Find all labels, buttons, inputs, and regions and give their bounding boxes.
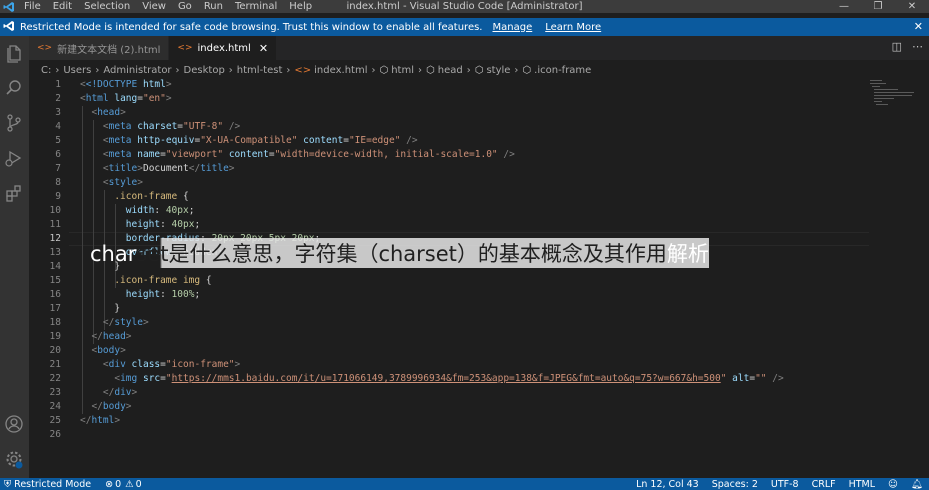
- vscode-logo-icon: [0, 0, 18, 13]
- restricted-mode-banner: Restricted Mode is intended for safe cod…: [0, 18, 929, 36]
- menu-selection[interactable]: Selection: [78, 0, 136, 13]
- tab-index-html[interactable]: <> index.html ✕: [169, 36, 278, 60]
- title-bar: File Edit Selection View Go Run Terminal…: [0, 0, 929, 13]
- banner-message: Restricted Mode is intended for safe cod…: [20, 21, 483, 33]
- code-line: 17 }: [49, 303, 121, 314]
- menu-view[interactable]: View: [136, 0, 172, 13]
- selector-icon: ⬡: [522, 64, 532, 76]
- code-line: 1 <<!DOCTYPE html>: [55, 79, 172, 90]
- activity-bar: [0, 36, 29, 478]
- search-icon[interactable]: [4, 78, 24, 98]
- warning-icon[interactable]: ⚠: [125, 479, 134, 490]
- manage-gear-icon[interactable]: [4, 449, 24, 469]
- menu-bar: File Edit Selection View Go Run Terminal…: [18, 0, 318, 13]
- learn-more-link[interactable]: Learn More: [545, 22, 601, 33]
- code-line: 5 <meta http-equiv="X-UA-Compatible" con…: [55, 135, 418, 146]
- end-of-line[interactable]: CRLF: [812, 479, 836, 490]
- source-control-icon[interactable]: [4, 113, 24, 133]
- breadcrumb-head[interactable]: head: [438, 65, 463, 76]
- breadcrumb-selector[interactable]: .icon-frame: [534, 65, 591, 76]
- breadcrumb-file[interactable]: index.html: [314, 65, 367, 76]
- overlay-article-title: charset是什么意思，字符集（charset）的基本概念及其作用解析: [90, 238, 709, 268]
- tab-label: 新建文本文档 (2).html: [57, 44, 161, 56]
- shield-icon: ⛨: [4, 478, 12, 490]
- code-line: 16 height: 100%;: [49, 289, 201, 300]
- indentation[interactable]: Spaces: 2: [712, 479, 758, 490]
- code-line: 20 <body>: [49, 345, 126, 356]
- code-line: 6 <meta name="viewport" content="width=d…: [55, 149, 515, 160]
- code-line: 15 .icon-frame img {: [49, 275, 212, 286]
- error-count[interactable]: 0: [115, 479, 121, 490]
- html-file-icon: <>: [294, 64, 312, 76]
- restore-icon[interactable]: ❐: [861, 0, 895, 13]
- warning-count[interactable]: 0: [136, 479, 142, 490]
- element-icon: ⬡: [426, 64, 435, 76]
- html-file-icon: <>: [37, 43, 53, 53]
- code-line: 22 <img src="https://mms1.baidu.com/it/u…: [49, 373, 784, 384]
- code-line: 25 </html>: [49, 415, 121, 426]
- breadcrumb-style[interactable]: style: [486, 65, 510, 76]
- html-file-icon: <>: [177, 43, 193, 53]
- editor-actions: ◫ ⋯: [882, 40, 923, 53]
- code-line: 19 </head>: [49, 331, 132, 342]
- code-line: 18 </style>: [49, 317, 149, 328]
- manage-link[interactable]: Manage: [493, 22, 533, 33]
- explorer-icon[interactable]: [4, 43, 24, 63]
- notifications-icon[interactable]: 🔔︎: [911, 479, 923, 490]
- code-line: 3 <head>: [55, 107, 126, 118]
- vscode-banner-icon: [3, 20, 17, 35]
- minimize-icon[interactable]: —: [827, 0, 861, 13]
- menu-help[interactable]: Help: [283, 0, 318, 13]
- code-line: 24 </body>: [49, 401, 132, 412]
- status-bar: ⛨ Restricted Mode ⊗ 0 ⚠ 0 Ln 12, Col 43 …: [0, 478, 929, 490]
- close-tab-icon[interactable]: ✕: [259, 42, 268, 55]
- menu-run[interactable]: Run: [198, 0, 229, 13]
- menu-edit[interactable]: Edit: [47, 0, 78, 13]
- extensions-icon[interactable]: [4, 183, 24, 203]
- code-editor[interactable]: 1 <<!DOCTYPE html> 2 <html lang="en"> 3 <h…: [29, 78, 929, 478]
- tab-label: index.html: [197, 42, 251, 54]
- code-line: 21 <div class="icon-frame">: [49, 359, 241, 370]
- breadcrumb-administrator[interactable]: Administrator: [103, 65, 171, 76]
- tab-new-text-document[interactable]: <> 新建文本文档 (2).html: [29, 36, 170, 60]
- image-url-link[interactable]: https://mms1.baidu.com/it/u=171066149,37…: [172, 373, 721, 384]
- breadcrumb-users[interactable]: Users: [63, 65, 91, 76]
- more-actions-icon[interactable]: ⋯: [912, 40, 923, 53]
- window-controls: — ❐ ✕: [827, 0, 929, 13]
- split-editor-icon[interactable]: ◫: [892, 40, 902, 53]
- code-line: 10 width: 40px;: [49, 205, 195, 216]
- menu-go[interactable]: Go: [172, 0, 198, 13]
- run-debug-icon[interactable]: [4, 148, 24, 168]
- editor-tabs: <> 新建文本文档 (2).html <> index.html ✕ ◫ ⋯: [29, 36, 929, 60]
- menu-file[interactable]: File: [18, 0, 47, 13]
- minimap[interactable]: [870, 78, 915, 118]
- code-line: 8 <style>: [55, 177, 143, 188]
- encoding[interactable]: UTF-8: [771, 479, 799, 490]
- code-line: 23 </div>: [49, 387, 138, 398]
- breadcrumb-drive[interactable]: C:: [41, 65, 51, 76]
- close-banner-icon[interactable]: ✕: [914, 20, 923, 33]
- breadcrumb-desktop[interactable]: Desktop: [184, 65, 225, 76]
- code-line: 4 <meta charset="UTF-8" />: [55, 121, 241, 132]
- cursor-position[interactable]: Ln 12, Col 43: [636, 479, 699, 490]
- error-icon[interactable]: ⊗: [105, 479, 113, 490]
- close-window-icon[interactable]: ✕: [895, 0, 929, 13]
- code-line: 2 <html lang="en">: [55, 93, 172, 104]
- menu-terminal[interactable]: Terminal: [229, 0, 283, 13]
- breadcrumb-html[interactable]: html: [391, 65, 414, 76]
- code-line: 26: [49, 429, 61, 440]
- breadcrumb-html-test[interactable]: html-test: [237, 65, 283, 76]
- language-mode[interactable]: HTML: [849, 479, 875, 490]
- feedback-icon[interactable]: ☺: [888, 479, 898, 490]
- element-icon: ⬡: [379, 64, 389, 76]
- account-icon[interactable]: [4, 414, 24, 434]
- code-line: 11 height: 40px;: [49, 219, 201, 230]
- element-icon: ⬡: [474, 64, 484, 76]
- code-line: 7 <title>Document</title>: [55, 163, 235, 174]
- breadcrumb: C: › Users › Administrator › Desktop › html-…: [41, 64, 592, 76]
- code-line: 9 .icon-frame {: [55, 191, 189, 202]
- restricted-mode-status[interactable]: Restricted Mode: [14, 479, 91, 490]
